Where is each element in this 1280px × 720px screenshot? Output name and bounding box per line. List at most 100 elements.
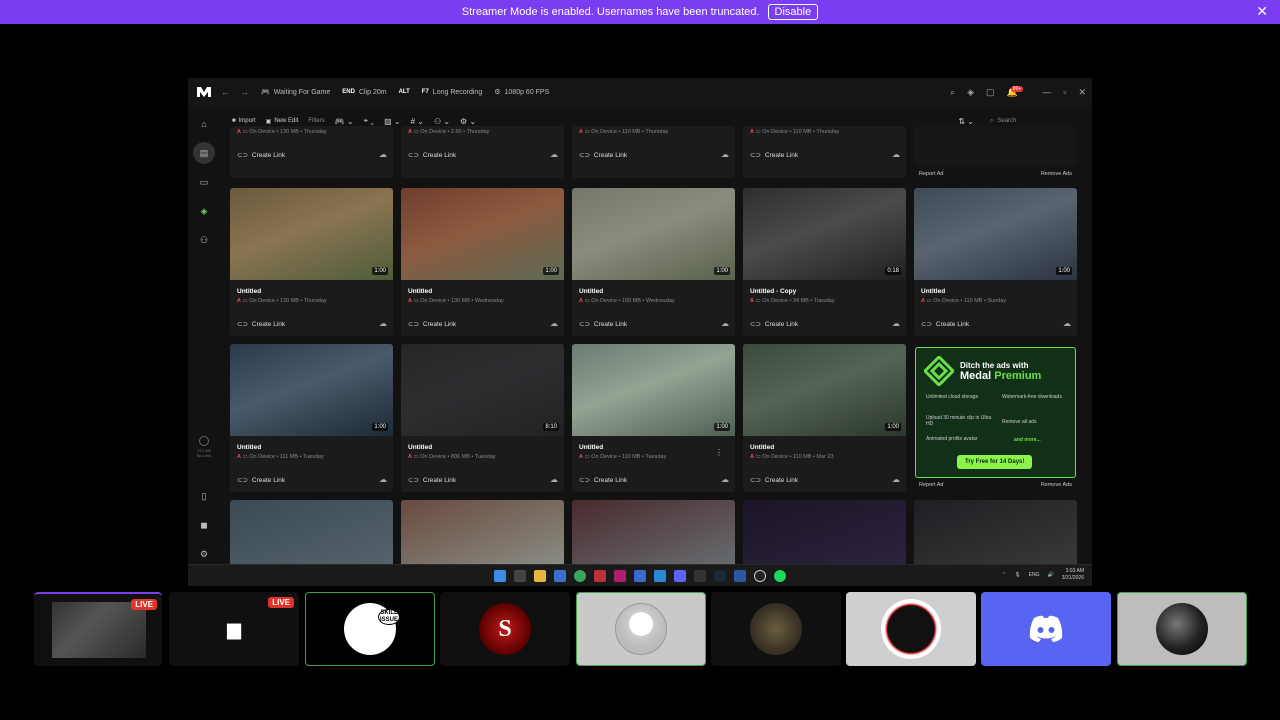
- clip-card[interactable]: 0:18 Untitled - Copy A ▭ On Device • 34 MB…: [743, 188, 906, 336]
- create-link-button[interactable]: ⊂⊃ Create Link: [408, 320, 456, 329]
- cloud-upload-icon[interactable]: ☁: [721, 475, 729, 484]
- cloud-upload-icon[interactable]: ☁: [550, 475, 558, 484]
- clip-thumbnail[interactable]: 1:00: [914, 188, 1077, 280]
- cloud-upload-icon[interactable]: ☁: [721, 319, 729, 328]
- participant-tile-hat[interactable]: [711, 592, 841, 666]
- clip-thumbnail[interactable]: 1:00: [743, 344, 906, 436]
- steam-icon[interactable]: [714, 569, 726, 582]
- bell-icon[interactable]: 🔔99+: [1007, 85, 1031, 98]
- clip-card[interactable]: 1:00 Untitled A ▭ On Device • 110 MB • Sun…: [914, 188, 1077, 336]
- premium-icon[interactable]: ◈: [967, 87, 974, 98]
- participant-tile-screen-share[interactable]: ▆ LIVE: [169, 592, 299, 666]
- cloud-upload-icon[interactable]: ☁: [379, 150, 387, 159]
- app-magenta-icon[interactable]: [614, 569, 626, 582]
- premium-ad-card[interactable]: Ditch the ads with Medal Premium Unlimited…: [915, 347, 1076, 478]
- remove-ads-link[interactable]: Remove Ads: [1041, 482, 1072, 488]
- vscode-icon[interactable]: [654, 569, 666, 582]
- clip-card[interactable]: 1:00 Untitled A ▭ On Device • 130 MB • Wed…: [401, 188, 564, 336]
- app-red-icon[interactable]: [594, 569, 606, 582]
- cloud-upload-icon[interactable]: ☁: [550, 319, 558, 328]
- store-icon[interactable]: [554, 569, 566, 582]
- clip-card[interactable]: 8:10 Untitled A ▭ On Device • 806 MB • Tue…: [401, 344, 564, 492]
- clip-card[interactable]: A ▭ On Device • 130 MB • Thursday ⊂⊃ Creat…: [230, 126, 393, 178]
- clip-card[interactable]: 1:00 Untitled A ▭ On Device • 111 MB • Tue…: [230, 344, 393, 492]
- phone-icon[interactable]: ▯: [193, 485, 215, 507]
- settings-icon[interactable]: ⚙: [193, 543, 215, 565]
- game-filter-icon[interactable]: 🎮 ⌄: [335, 117, 354, 126]
- cloud-upload-icon[interactable]: ☁: [892, 319, 900, 328]
- participant-tile-skill-issue[interactable]: SKILL ISSUE: [305, 592, 435, 666]
- microphone-icon[interactable]: 🎙: [1014, 572, 1020, 578]
- create-link-button[interactable]: ⊂⊃ Create Link: [408, 476, 456, 485]
- clip-thumbnail[interactable]: 8:10: [401, 344, 564, 436]
- create-link-button[interactable]: ⊂⊃ Create Link: [237, 320, 285, 329]
- location-filter-icon[interactable]: ⌖ ⌄: [364, 116, 375, 126]
- chrome-icon[interactable]: [574, 569, 586, 582]
- tag-filter-icon[interactable]: # ⌄: [411, 117, 424, 126]
- participant-tile-discord[interactable]: [981, 592, 1111, 666]
- premium-diamond-icon[interactable]: ◈: [193, 200, 215, 222]
- participant-tile-dark[interactable]: [1117, 592, 1247, 666]
- user-filter-icon[interactable]: ⚇ ⌄: [434, 117, 450, 126]
- language-indicator[interactable]: ENG: [1029, 572, 1040, 578]
- chat-icon[interactable]: ▢: [986, 87, 995, 98]
- create-link-button[interactable]: ⊂⊃ Create Link: [237, 476, 285, 485]
- create-link-button[interactable]: ⊂⊃ Create Link: [750, 151, 798, 160]
- cloud-upload-icon[interactable]: ☁: [721, 150, 729, 159]
- settings-filter-icon[interactable]: ⚙ ⌄: [460, 117, 476, 126]
- obs-icon[interactable]: [754, 569, 766, 582]
- back-arrow-icon[interactable]: ←: [221, 87, 230, 97]
- volume-icon[interactable]: 🔊: [1048, 572, 1054, 578]
- clip-card[interactable]: [743, 500, 906, 570]
- clip-card[interactable]: 1:00 Untitled A ▭ On Device • 110 MB • Tue…: [572, 344, 735, 492]
- clip-card[interactable]: A ▭ On Device • 2.60 • Thursday ⊂⊃ Create …: [401, 126, 564, 178]
- cloud-upload-icon[interactable]: ☁: [379, 475, 387, 484]
- clip-card[interactable]: 1:00 Untitled A ▭ On Device • 110 MB • Mar…: [743, 344, 906, 492]
- try-free-button[interactable]: Try Free for 14 Days!: [957, 455, 1033, 469]
- clip-thumbnail[interactable]: 1:00: [230, 344, 393, 436]
- more-options-icon[interactable]: ⋮: [715, 448, 723, 457]
- quality-setting[interactable]: ⚙ 1080p 60 FPS: [494, 88, 549, 97]
- clip-card[interactable]: [572, 500, 735, 570]
- maximize-icon[interactable]: ▫: [1063, 87, 1066, 97]
- search-taskbar-icon[interactable]: [514, 569, 526, 582]
- cloud-upload-icon[interactable]: ☁: [892, 150, 900, 159]
- clip-card[interactable]: [401, 500, 564, 570]
- folder-icon[interactable]: ▭: [193, 171, 215, 193]
- create-link-button[interactable]: ⊂⊃ Create Link: [579, 320, 627, 329]
- spotify-icon[interactable]: [774, 569, 786, 582]
- feedback-icon[interactable]: ◼: [193, 514, 215, 536]
- app-shield-icon[interactable]: [634, 569, 646, 582]
- file-explorer-icon[interactable]: [534, 569, 546, 582]
- clips-icon[interactable]: ▤: [193, 142, 215, 164]
- forward-arrow-icon[interactable]: →: [240, 87, 249, 97]
- clip-card[interactable]: 1:00 Untitled A ▭ On Device • 130 MB • Thu…: [230, 188, 393, 336]
- cloud-upload-icon[interactable]: ☁: [550, 150, 558, 159]
- cloud-upload-icon[interactable]: ☁: [379, 319, 387, 328]
- import-button[interactable]: ■ Import: [232, 118, 256, 124]
- close-icon[interactable]: ✕: [1256, 3, 1268, 20]
- clip-thumbnail[interactable]: 1:00: [572, 344, 735, 436]
- clip-card[interactable]: A ▭ On Device • 110 MB • Thursday ⊂⊃ Creat…: [743, 126, 906, 178]
- clip-thumbnail[interactable]: 0:18: [743, 188, 906, 280]
- create-link-button[interactable]: ⊂⊃ Create Link: [750, 320, 798, 329]
- remove-ads-link[interactable]: Remove Ads: [1041, 171, 1072, 177]
- create-link-button[interactable]: ⊂⊃ Create Link: [579, 151, 627, 160]
- participant-tile-man[interactable]: [576, 592, 706, 666]
- participant-tile-s-logo[interactable]: S: [440, 592, 570, 666]
- sort-icon[interactable]: ⇅ ⌄: [958, 117, 974, 126]
- cloud-upload-icon[interactable]: ☁: [1063, 319, 1071, 328]
- create-link-button[interactable]: ⊂⊃ Create Link: [408, 151, 456, 160]
- new-edit-button[interactable]: ▣ New Edit: [266, 118, 299, 125]
- close-window-icon[interactable]: ✕: [1078, 87, 1086, 98]
- create-link-button[interactable]: ⊂⊃ Create Link: [237, 151, 285, 160]
- medal-taskbar-icon[interactable]: [694, 569, 706, 582]
- create-link-button[interactable]: ⊂⊃ Create Link: [579, 476, 627, 485]
- chevron-up-icon[interactable]: ⌃: [1002, 572, 1006, 578]
- participant-tile-stream-preview[interactable]: LIVE: [34, 592, 162, 666]
- clip-thumbnail[interactable]: 1:00: [401, 188, 564, 280]
- discord-taskbar-icon[interactable]: [674, 569, 686, 582]
- windows-start-icon[interactable]: [494, 569, 506, 582]
- participant-tile-fox[interactable]: [846, 592, 976, 666]
- media-filter-icon[interactable]: ▨ ⌄: [384, 117, 400, 126]
